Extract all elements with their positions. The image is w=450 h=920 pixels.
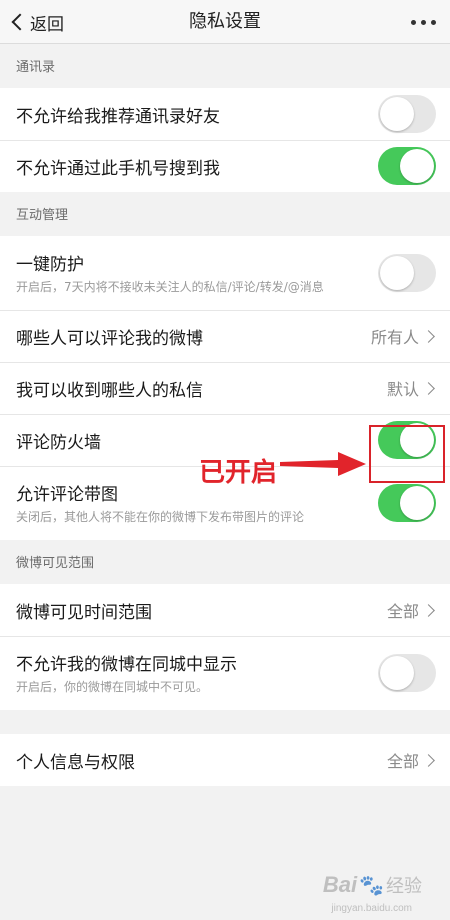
visibility-group: 微博可见时间范围 全部 不允许我的微博在同城中显示 开启后，你的微博在同城中不可… [0,584,450,710]
nav-bar: 返回 隐私设置 [0,0,450,44]
watermark-logo: Bai 🐾 经验 [323,872,422,898]
back-label: 返回 [30,14,64,35]
row-no-phone-search: 不允许通过此手机号搜到我 [0,140,450,192]
back-button[interactable]: 返回 [10,0,64,44]
row-label: 我可以收到哪些人的私信 [16,380,203,401]
chevron-left-icon [11,13,29,31]
row-label: 评论防火墙 [16,432,101,453]
contacts-group: 不允许给我推荐通讯录好友 不允许通过此手机号搜到我 [0,88,450,192]
toggle-knob [380,97,414,131]
row-label: 微博可见时间范围 [16,602,152,623]
toggle-knob [400,486,434,520]
toggle-no-phone-search[interactable] [378,147,436,185]
toggle-knob [400,423,434,457]
section-header-interaction: 互动管理 [16,208,69,223]
row-label: 不允许给我推荐通讯录好友 [16,106,220,127]
dot-icon [411,19,416,25]
toggle-no-same-city[interactable] [378,654,436,692]
watermark-suffix: 经验 [386,876,422,896]
row-value: 全部 [386,602,419,621]
toggle-allow-comment-images[interactable] [378,484,436,522]
chevron-right-icon [422,603,435,617]
row-comment-firewall: 评论防火墙 [0,414,450,466]
watermark-brand: Bai [322,872,358,897]
row-one-click-protect: 一键防护 开启后，7天内将不接收未关注人的私信/评论/转发/@消息 [0,236,450,310]
toggle-knob [400,149,434,183]
row-label: 允许评论带图 [16,485,118,505]
value-visible-time-range[interactable]: 全部 [387,598,436,622]
watermark-url: jingyan.baidu.com [331,903,412,914]
chevron-right-icon [422,381,435,395]
value-who-can-message[interactable]: 默认 [387,376,436,400]
row-value: 全部 [386,752,419,771]
row-no-same-city: 不允许我的微博在同城中显示 开启后，你的微博在同城中不可见。 [0,636,450,710]
toggle-one-click-protect[interactable] [378,254,436,292]
row-description: 开启后，7天内将不接收未关注人的私信/评论/转发/@消息 [16,280,324,294]
section-header-contacts: 通讯录 [16,60,56,75]
chevron-right-icon [422,753,435,767]
row-value: 默认 [386,380,419,399]
row-label: 一键防护 [16,255,84,275]
paw-icon: 🐾 [359,874,384,897]
row-who-can-message[interactable]: 我可以收到哪些人的私信 默认 [0,362,450,414]
toggle-knob [380,256,414,290]
row-label: 个人信息与权限 [16,752,135,773]
toggle-no-recommend-contacts[interactable] [378,95,436,133]
page-title: 隐私设置 [189,11,261,32]
row-personal-info[interactable]: 个人信息与权限 全部 [0,734,450,786]
value-who-can-comment[interactable]: 所有人 [371,324,436,348]
toggle-knob [380,656,414,690]
row-visible-time-range[interactable]: 微博可见时间范围 全部 [0,584,450,636]
personal-info-group: 个人信息与权限 全部 [0,734,450,786]
toggle-comment-firewall[interactable] [378,421,436,459]
row-label: 不允许通过此手机号搜到我 [16,158,220,179]
row-allow-comment-images: 允许评论带图 关闭后，其他人将不能在你的微博下发布带图片的评论 [0,466,450,540]
row-value: 所有人 [370,328,419,347]
row-who-can-comment[interactable]: 哪些人可以评论我的微博 所有人 [0,310,450,362]
chevron-right-icon [422,329,435,343]
value-personal-info[interactable]: 全部 [387,748,436,772]
row-no-recommend-contacts: 不允许给我推荐通讯录好友 [0,88,450,140]
row-label: 哪些人可以评论我的微博 [16,328,203,349]
row-label: 不允许我的微博在同城中显示 [16,655,237,675]
dot-icon [431,19,436,25]
section-header-visibility: 微博可见范围 [16,556,95,571]
interaction-group: 一键防护 开启后，7天内将不接收未关注人的私信/评论/转发/@消息 哪些人可以评… [0,236,450,540]
dot-icon [421,19,426,25]
more-options-button[interactable] [411,0,436,44]
row-description: 开启后，你的微博在同城中不可见。 [16,680,209,694]
row-description: 关闭后，其他人将不能在你的微博下发布带图片的评论 [16,510,305,524]
